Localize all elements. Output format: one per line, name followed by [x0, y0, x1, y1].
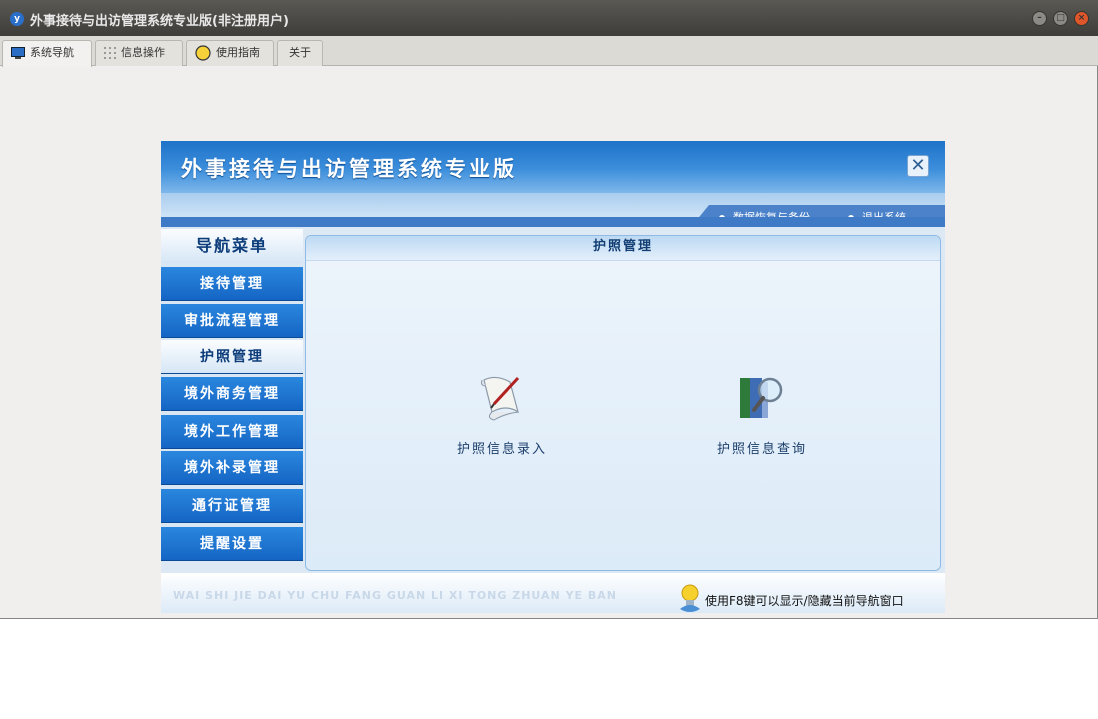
tab-label: 使用指南 [216, 46, 260, 59]
content-title: 护照管理 [306, 236, 940, 261]
book-search-icon [740, 377, 783, 418]
nav-item-overseas-business[interactable]: 境外商务管理 [161, 377, 303, 411]
close-icon: × [1077, 13, 1086, 23]
nav-item-reminder-settings[interactable]: 提醒设置 [161, 527, 303, 561]
close-button[interactable]: × [1074, 11, 1089, 26]
nav-item-passport[interactable]: 护照管理 [161, 340, 303, 374]
passport-query-function[interactable]: 护照信息查询 [692, 368, 832, 464]
tab-about[interactable]: 关于 [277, 40, 323, 66]
tab-label: 关于 [289, 46, 311, 59]
tab-label: 信息操作 [121, 46, 165, 59]
panel-footer: WAI SHI JIE DAI YU CHU FANG GUAN LI XI T… [161, 573, 945, 613]
lightbulb-icon [680, 584, 700, 612]
minimize-icon: – [1037, 13, 1042, 23]
nav-item-reception[interactable]: 接待管理 [161, 267, 303, 301]
tab-user-guide[interactable]: 使用指南 [186, 40, 274, 66]
help-circle-icon [195, 45, 211, 61]
footer-tip: 使用F8键可以显示/隐藏当前导航窗口 [705, 594, 904, 608]
app-window: y 外事接待与出访管理系统专业版(非注册用户) – □ × 系统导航 信息操作 … [0, 0, 1098, 619]
footer-pinyin: WAI SHI JIE DAI YU CHU FANG GUAN LI XI T… [173, 589, 617, 602]
minimize-button[interactable]: – [1032, 11, 1047, 26]
panel-title: 外事接待与出访管理系统专业版 [181, 157, 517, 181]
passport-entry-function[interactable]: 护照信息录入 [432, 368, 572, 464]
content-area: 护照管理 护照信息录入 护照信息查询 [305, 235, 941, 571]
nav-item-approval-flow[interactable]: 审批流程管理 [161, 304, 303, 338]
title-bar[interactable]: y 外事接待与出访管理系统专业版(非注册用户) – □ × [0, 0, 1098, 36]
nav-item-overseas-work[interactable]: 境外工作管理 [161, 415, 303, 449]
tab-info-ops[interactable]: 信息操作 [95, 40, 183, 66]
maximize-icon: □ [1056, 13, 1065, 23]
tab-label: 系统导航 [30, 46, 74, 59]
monitor-icon [11, 47, 25, 59]
grid-icon [104, 47, 116, 59]
close-icon: ✕ [910, 155, 926, 176]
navigation-panel: 外事接待与出访管理系统专业版 ✕ 数据恢复与备份 退出系统 导航菜单 接待管理 … [161, 141, 945, 613]
scroll-pen-icon [481, 376, 520, 421]
passport-entry-label: 护照信息录入 [456, 442, 547, 457]
tab-bar: 系统导航 信息操作 使用指南 关于 [0, 36, 1098, 67]
nav-item-travel-permit[interactable]: 通行证管理 [161, 489, 303, 523]
nav-item-overseas-supplement[interactable]: 境外补录管理 [161, 451, 303, 485]
nav-menu: 导航菜单 接待管理 审批流程管理 护照管理 境外商务管理 境外工作管理 境外补录… [161, 227, 303, 562]
tab-system-nav[interactable]: 系统导航 [2, 40, 92, 67]
window-title: 外事接待与出访管理系统专业版(非注册用户) [30, 14, 289, 29]
nav-menu-title: 导航菜单 [161, 229, 303, 263]
header-baseline [161, 217, 945, 227]
maximize-button[interactable]: □ [1053, 11, 1068, 26]
passport-query-label: 护照信息查询 [716, 442, 807, 457]
panel-header: 外事接待与出访管理系统专业版 ✕ [161, 141, 945, 193]
panel-close-button[interactable]: ✕ [907, 155, 929, 177]
app-logo-icon: y [10, 12, 24, 26]
